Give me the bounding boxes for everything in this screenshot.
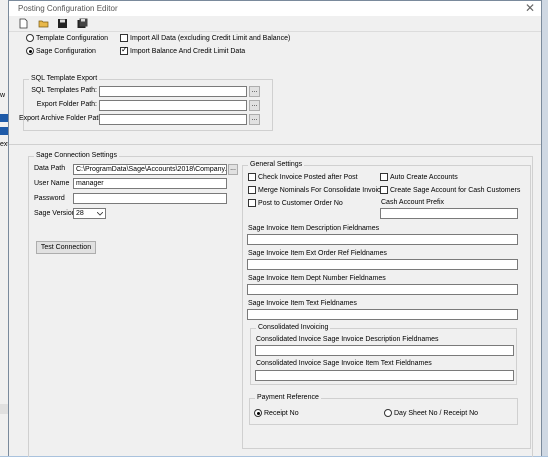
import-all-checkbox[interactable] xyxy=(120,34,128,42)
template-configuration-option[interactable]: Template Configuration xyxy=(26,34,108,42)
export-folder-path-input[interactable] xyxy=(99,100,247,111)
export-archive-browse-button[interactable]: ... xyxy=(249,114,260,125)
check-invoice-option[interactable]: Check Invoice Posted after Post xyxy=(248,173,358,181)
payment-reference-title: Payment Reference xyxy=(255,394,321,401)
import-balance-checkbox[interactable] xyxy=(120,45,128,55)
close-icon[interactable]: ✕ xyxy=(525,1,535,15)
ext-order-input[interactable] xyxy=(247,259,518,270)
sage-configuration-radio[interactable] xyxy=(26,47,34,55)
sage-connection-settings-title: Sage Connection Settings xyxy=(34,152,119,159)
post-customer-option[interactable]: Post to Customer Order No xyxy=(248,199,343,207)
background-tab-log xyxy=(0,127,8,135)
section-divider xyxy=(9,144,541,145)
merge-nominals-option[interactable]: Merge Nominals For Consolidate Invoice xyxy=(248,186,384,194)
sql-templates-browse-button[interactable]: ... xyxy=(249,86,260,97)
text-fields-label: Sage Invoice Item Text Fieldnames xyxy=(248,300,357,307)
sage-configuration-option[interactable]: Sage Configuration xyxy=(26,47,96,55)
sql-templates-path-input[interactable] xyxy=(99,86,247,97)
export-archive-path-label: Export Archive Folder Path: xyxy=(19,115,105,122)
background-right-panel xyxy=(542,0,548,456)
background-app-panel xyxy=(0,0,8,456)
sql-templates-path-label: SQL Templates Path: xyxy=(31,87,97,94)
day-sheet-radio[interactable] xyxy=(384,409,392,417)
export-folder-browse-button[interactable]: ... xyxy=(249,100,260,111)
import-balance-option[interactable]: Import Balance And Credit Limit Data xyxy=(120,45,246,55)
general-settings-title: General Settings xyxy=(248,161,305,168)
sage-version-select[interactable]: 28 xyxy=(73,208,106,219)
consolidated-text-input[interactable] xyxy=(255,370,514,381)
consolidated-desc-input[interactable] xyxy=(255,345,514,356)
test-connection-button[interactable]: Test Connection xyxy=(36,241,96,254)
day-sheet-label: Day Sheet No / Receipt No xyxy=(394,409,479,417)
dept-number-label: Sage Invoice Item Dept Number Fieldnames xyxy=(248,275,386,282)
chevron-down-icon xyxy=(97,212,103,216)
background-app-menu: w xyxy=(0,92,6,99)
data-path-input[interactable]: C:\ProgramData\Sage\Accounts\2018\Compan… xyxy=(73,164,227,175)
receipt-no-label: Receipt No xyxy=(264,409,299,417)
import-all-label: Import All Data (excluding Credit Limit … xyxy=(130,34,291,42)
data-path-label: Data Path xyxy=(34,165,66,172)
consolidated-text-label: Consolidated Invoice Sage Invoice Item T… xyxy=(256,360,432,367)
password-input[interactable] xyxy=(73,193,227,204)
title-bar: Posting Configuration Editor ✕ xyxy=(9,1,541,16)
export-folder-path-label: Export Folder Path: xyxy=(36,101,97,108)
desc-fields-label: Sage Invoice Item Description Fieldnames xyxy=(248,225,380,232)
sage-version-value: 28 xyxy=(76,210,84,217)
create-sage-option[interactable]: Create Sage Account for Cash Customers xyxy=(380,186,520,194)
create-sage-checkbox[interactable] xyxy=(380,186,388,194)
import-all-option[interactable]: Import All Data (excluding Credit Limit … xyxy=(120,34,290,42)
template-configuration-radio[interactable] xyxy=(26,34,34,42)
toolbar xyxy=(9,16,541,32)
background-tab-text xyxy=(0,114,8,122)
window-title: Posting Configuration Editor xyxy=(18,4,118,13)
auto-create-checkbox[interactable] xyxy=(380,173,388,181)
auto-create-option[interactable]: Auto Create Accounts xyxy=(380,173,458,181)
sql-template-export-title: SQL Template Export xyxy=(29,75,100,82)
check-invoice-checkbox[interactable] xyxy=(248,173,256,181)
merge-nominals-label: Merge Nominals For Consolidate Invoice xyxy=(258,186,385,194)
desc-fields-input[interactable] xyxy=(247,234,518,245)
export-archive-path-input[interactable] xyxy=(99,114,247,125)
sage-configuration-label: Sage Configuration xyxy=(36,47,96,55)
data-path-browse-button[interactable]: ... xyxy=(228,164,238,175)
text-fields-input[interactable] xyxy=(247,309,518,320)
merge-nominals-checkbox[interactable] xyxy=(248,186,256,194)
check-invoice-label: Check Invoice Posted after Post xyxy=(258,173,358,181)
cash-prefix-input[interactable] xyxy=(380,208,518,219)
template-configuration-label: Template Configuration xyxy=(36,34,108,42)
receipt-no-radio[interactable] xyxy=(254,409,262,417)
open-folder-icon[interactable] xyxy=(38,18,49,29)
sage-version-label: Sage Version xyxy=(34,210,76,217)
background-bottom-strip xyxy=(0,404,8,414)
consolidated-desc-label: Consolidated Invoice Sage Invoice Descri… xyxy=(256,336,439,343)
save-all-icon[interactable] xyxy=(77,18,88,29)
consolidated-invoicing-title: Consolidated Invoicing xyxy=(256,324,331,331)
import-balance-label: Import Balance And Credit Limit Data xyxy=(130,47,246,55)
auto-create-label: Auto Create Accounts xyxy=(390,173,458,181)
post-customer-checkbox[interactable] xyxy=(248,199,256,207)
day-sheet-option[interactable]: Day Sheet No / Receipt No xyxy=(384,409,478,417)
posting-configuration-window: Posting Configuration Editor ✕ Template … xyxy=(8,0,542,457)
password-label: Password xyxy=(34,195,65,202)
receipt-no-option[interactable]: Receipt No xyxy=(254,409,299,417)
cash-prefix-label: Cash Account Prefix xyxy=(381,199,445,206)
post-customer-label: Post to Customer Order No xyxy=(258,199,343,207)
save-icon[interactable] xyxy=(57,18,68,29)
new-document-icon[interactable] xyxy=(18,18,29,29)
create-sage-label: Create Sage Account for Cash Customers xyxy=(390,186,521,194)
user-name-label: User Name xyxy=(34,180,70,187)
dept-number-input[interactable] xyxy=(247,284,518,295)
ext-order-label: Sage Invoice Item Ext Order Ref Fieldnam… xyxy=(248,250,387,257)
user-name-input[interactable]: manager xyxy=(73,178,227,189)
